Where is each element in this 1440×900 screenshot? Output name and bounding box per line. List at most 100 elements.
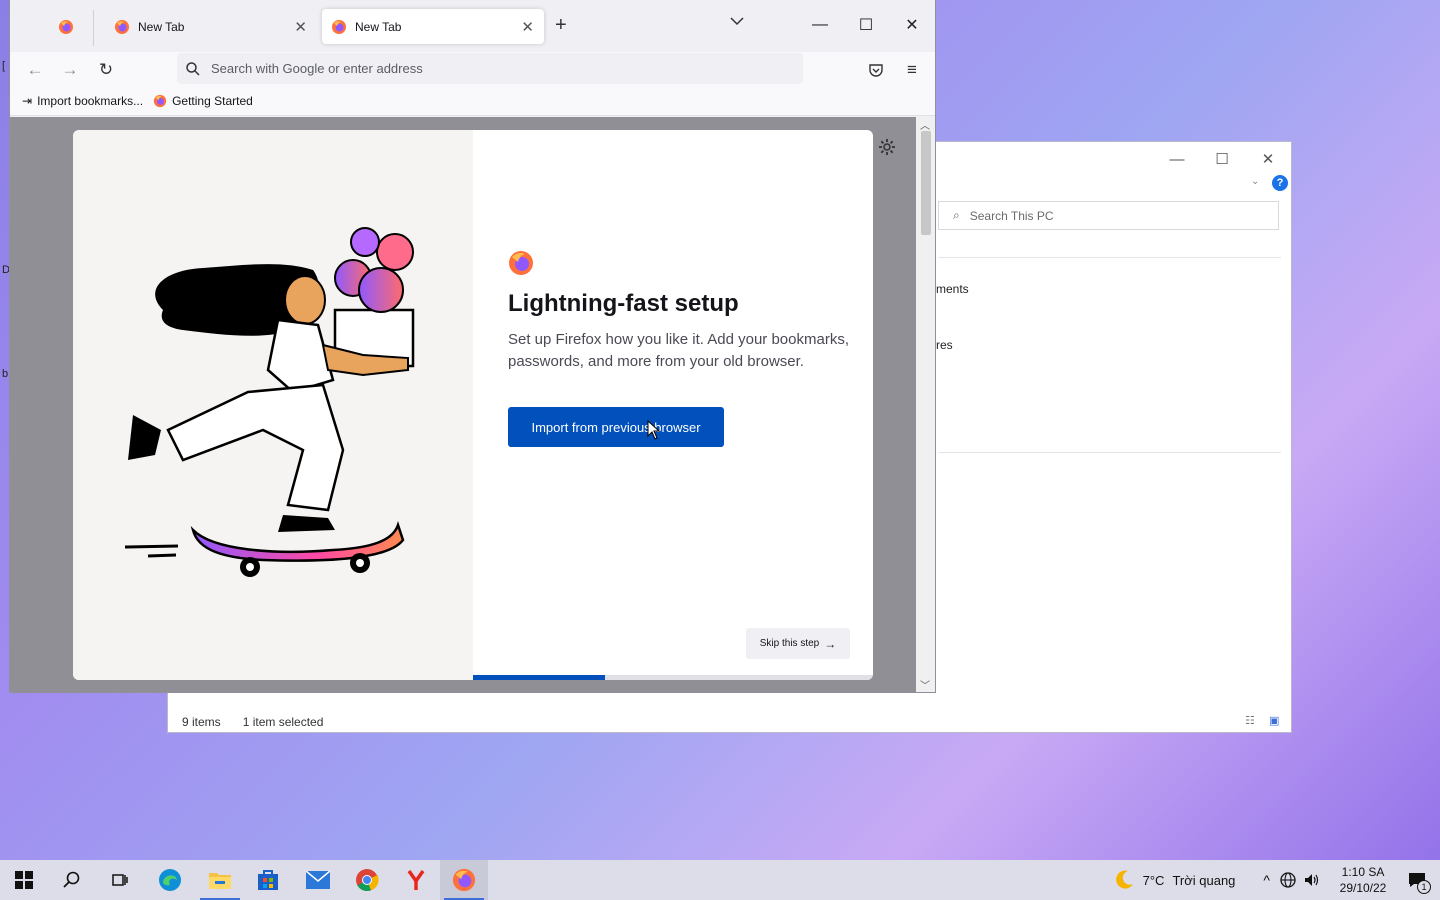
address-bar[interactable]: Search with Google or enter address — [177, 53, 803, 84]
arrow-right-icon: → — [824, 636, 837, 651]
taskbar-edge[interactable] — [146, 860, 194, 900]
clock[interactable]: 1:10 SA 29/10/22 — [1332, 864, 1394, 896]
yandex-icon — [407, 869, 425, 890]
address-placeholder: Search with Google or enter address — [211, 61, 423, 76]
taskbar-firefox[interactable] — [440, 860, 488, 900]
bookmark-label: Import bookmarks... — [37, 93, 144, 108]
globe-icon[interactable] — [1280, 872, 1296, 888]
divider — [938, 452, 1281, 453]
maximize-button[interactable]: ☐ — [843, 8, 889, 42]
taskbar-file-explorer[interactable] — [196, 860, 244, 900]
search-icon: ⌕ — [953, 208, 960, 222]
reload-icon[interactable]: ↻ — [92, 56, 120, 84]
list-item[interactable]: res — [936, 338, 953, 352]
task-view-icon — [112, 874, 128, 886]
back-icon[interactable]: ← — [21, 56, 49, 84]
skip-label: Skip this step — [759, 638, 820, 649]
minimize-button[interactable]: — — [1154, 146, 1200, 172]
progress-bar — [473, 675, 873, 680]
selection-count: 1 item selected — [242, 715, 324, 729]
search-input[interactable]: ⌕ Search This PC — [938, 201, 1279, 230]
bookmarks-toolbar: ⇥ Import bookmarks... Getting Started — [10, 86, 935, 116]
tab-new-tab-2[interactable]: New Tab ✕ — [322, 9, 544, 44]
taskbar-yandex[interactable] — [392, 860, 440, 900]
firefox-icon — [115, 19, 129, 34]
desktop-icon-label: b — [2, 368, 9, 380]
firefox-icon — [153, 94, 167, 107]
menu-icon[interactable]: ≡ — [898, 56, 926, 84]
chevron-up-icon[interactable]: ^ — [1263, 872, 1270, 888]
system-tray: 7°C Trời quang ^ 1:10 SA 29/10/22 1 — [1113, 860, 1440, 900]
firefox-icon — [509, 251, 533, 275]
tab-pinned[interactable] — [58, 9, 82, 44]
taskbar: 7°C Trời quang ^ 1:10 SA 29/10/22 1 — [0, 860, 1440, 900]
scrollbar[interactable]: ︿ ﹀ — [916, 117, 935, 692]
maximize-button[interactable]: ☐ — [1199, 146, 1245, 172]
status-bar: 9 items 1 item selected — [182, 715, 323, 729]
taskbar-store[interactable] — [244, 860, 292, 900]
illustration — [73, 130, 473, 680]
skip-step-button[interactable]: Skip this step → — [746, 628, 850, 659]
close-tab-icon[interactable]: ✕ — [521, 18, 534, 36]
skateboard-girl-illustration — [124, 227, 415, 577]
notification-center-button[interactable]: 1 — [1394, 860, 1440, 900]
weather-temp: 7°C — [1142, 872, 1165, 888]
forward-icon[interactable]: → — [56, 56, 84, 84]
progress-fill — [473, 675, 605, 680]
mail-icon — [306, 871, 330, 889]
tab-separator — [93, 10, 94, 46]
bookmark-getting-started[interactable]: Getting Started — [153, 94, 253, 108]
search-icon — [186, 61, 200, 76]
store-icon — [258, 870, 278, 890]
new-tab-button[interactable]: + — [555, 14, 567, 37]
mouse-cursor-icon — [647, 420, 661, 440]
bookmark-import[interactable]: ⇥ Import bookmarks... — [22, 94, 143, 108]
weather-text: Trời quang — [1172, 872, 1236, 888]
close-button[interactable]: ✕ — [889, 8, 935, 42]
list-item[interactable]: ments — [936, 282, 969, 296]
edge-icon — [159, 869, 181, 891]
close-tab-icon[interactable]: ✕ — [294, 18, 307, 36]
volume-icon[interactable] — [1304, 872, 1320, 888]
scrollbar-thumb[interactable] — [921, 131, 931, 235]
import-from-browser-button[interactable]: Import from previous browser — [508, 407, 724, 447]
page-content: Lightning-fast setup Set up Firefox how … — [10, 117, 935, 692]
dialog-title: Lightning-fast setup — [508, 290, 739, 317]
clock-date: 29/10/22 — [1339, 881, 1387, 895]
chevron-down-icon[interactable]: ⌄ — [1251, 176, 1259, 187]
gear-icon[interactable] — [877, 137, 897, 157]
large-icons-view-icon[interactable]: ▣ — [1269, 714, 1279, 727]
taskbar-mail[interactable] — [294, 860, 342, 900]
scroll-down-icon[interactable]: ﹀ — [920, 677, 930, 692]
notification-badge: 1 — [1417, 880, 1431, 894]
firefox-icon — [59, 19, 73, 34]
minimize-button[interactable]: — — [797, 8, 843, 42]
firefox-window: New Tab ✕ New Tab ✕ + — ☐ ✕ ← → ↻ Search… — [9, 0, 936, 693]
divider — [938, 257, 1281, 258]
start-button[interactable] — [0, 860, 48, 900]
tab-new-tab-1[interactable]: New Tab ✕ — [104, 9, 317, 44]
firefox-icon — [452, 868, 476, 892]
search-taskbar-button[interactable] — [48, 860, 96, 900]
taskbar-chrome[interactable] — [343, 860, 391, 900]
tab-label: New Tab — [138, 19, 185, 34]
clock-time: 1:10 SA — [1341, 865, 1385, 879]
weather-widget[interactable]: 7°C Trời quang — [1113, 869, 1236, 891]
import-icon: ⇥ — [22, 93, 33, 108]
details-view-icon[interactable]: ☷ — [1245, 714, 1255, 727]
onboarding-dialog: Lightning-fast setup Set up Firefox how … — [73, 130, 873, 680]
search-icon — [63, 871, 80, 888]
task-view-button[interactable] — [96, 860, 144, 900]
bookmark-label: Getting Started — [172, 93, 253, 108]
pocket-icon[interactable] — [862, 56, 890, 84]
desktop-icon-label: [ — [2, 60, 6, 72]
help-icon[interactable]: ? — [1272, 175, 1288, 191]
firefox-icon — [332, 19, 346, 34]
scroll-up-icon[interactable]: ︿ — [920, 117, 930, 132]
chrome-icon — [356, 869, 379, 892]
close-button[interactable]: ✕ — [1245, 146, 1291, 172]
tab-bar: New Tab ✕ New Tab ✕ + — ☐ ✕ — [10, 0, 935, 52]
windows-icon — [15, 871, 33, 889]
list-all-tabs-icon[interactable] — [730, 16, 744, 26]
dialog-subtitle: Set up Firefox how you like it. Add your… — [508, 331, 849, 370]
